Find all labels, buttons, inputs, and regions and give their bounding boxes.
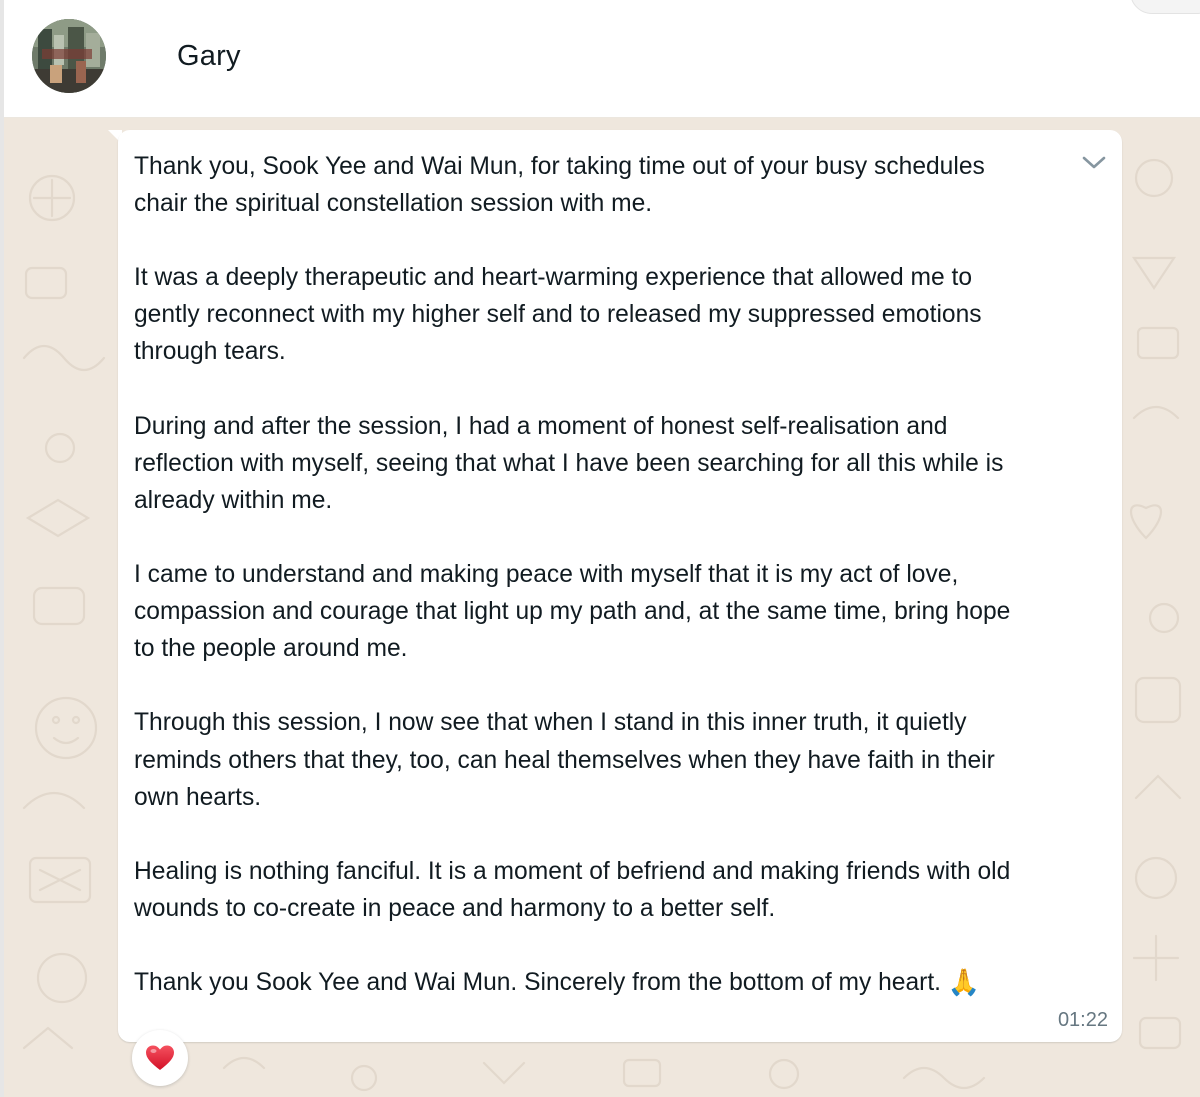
message-line: Through this session, I now see that whe… [134,709,967,737]
message-bubble[interactable]: Thank you, Sook Yee and Wai Mun, for tak… [118,130,1122,1042]
message-paragraph: During and after the session, I had a mo… [134,408,1119,519]
message-line: through tears. [134,338,286,366]
message-paragraph: It was a deeply therapeutic and heart-wa… [134,259,1119,370]
heart-icon [146,1045,174,1070]
folded-hands-emoji: 🙏 [947,967,981,998]
message-line-text: Thank you Sook Yee and Wai Mun. Sincerel… [134,969,948,997]
message-timestamp: 01:22 [1057,1009,1108,1031]
message-line: compassion and courage that light up my … [134,598,1011,626]
message-line: reminds others that they, too, can heal … [134,746,995,774]
message-menu-button[interactable] [1074,146,1114,180]
message-line: Thank you Sook Yee and Wai Mun. Sincerel… [134,964,1119,1001]
window-corner [1130,0,1200,14]
message-text: Thank you, Sook Yee and Wai Mun, for tak… [134,148,1119,1001]
chevron-down-icon [1082,156,1106,169]
message-line: gently reconnect with my higher self and… [134,301,982,329]
message-paragraph: I came to understand and making peace wi… [134,556,1119,667]
message-line: Thank you, Sook Yee and Wai Mun, for tak… [134,153,985,180]
contact-name[interactable]: Gary [177,40,241,73]
reaction-badge[interactable] [132,1030,188,1086]
message-line: already within me. [134,486,333,514]
message-line: own hearts. [134,783,262,811]
message-line: It was a deeply therapeutic and heart-wa… [134,264,973,292]
message-line: reflection with myself, seeing that what… [134,449,1004,477]
message-line: chair the spiritual constellation sessio… [134,190,653,218]
message-line: wounds to co-create in peace and harmony… [134,894,776,922]
contact-avatar[interactable] [32,19,106,93]
message-line: I came to understand and making peace wi… [134,561,959,589]
chat-area: Thank you, Sook Yee and Wai Mun, for tak… [4,118,1200,1097]
chat-header: Gary [4,0,1200,118]
message-line: to the people around me. [134,635,408,663]
message-paragraph: Thank you, Sook Yee and Wai Mun, for tak… [134,148,1119,222]
message-line: Healing is nothing fanciful. It is a mom… [134,857,1011,885]
message-paragraph: Thank you Sook Yee and Wai Mun. Sincerel… [134,964,1119,1001]
message-line: During and after the session, I had a mo… [134,412,948,440]
message-paragraph: Through this session, I now see that whe… [134,704,1119,815]
message-paragraph: Healing is nothing fanciful. It is a mom… [134,853,1119,927]
